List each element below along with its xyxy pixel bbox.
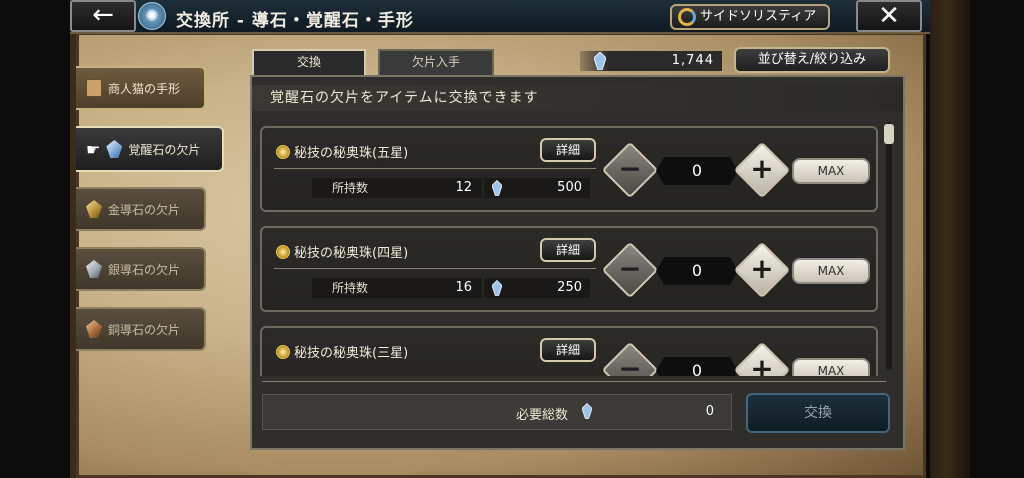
left-frame — [0, 0, 70, 478]
orb-icon — [276, 344, 290, 359]
side-tab-awakening-stone-shard[interactable]: ☛ 覚醒石の欠片 — [76, 126, 224, 172]
divider — [262, 381, 886, 382]
back-button[interactable]: ← — [70, 0, 136, 32]
side-tab-label: 覚醒石の欠片 — [128, 142, 201, 157]
sort-filter-button[interactable]: 並び替え/絞り込み — [734, 47, 890, 73]
tab-exchange[interactable]: 交換 — [252, 49, 366, 75]
side-tab-merchant-cat-pass[interactable]: 商人猫の手形 — [76, 66, 206, 110]
plus-icon: + — [750, 152, 774, 185]
crystal-icon — [106, 140, 123, 158]
exchange-shop-icon: ✺ — [138, 2, 166, 30]
orb-icon — [276, 144, 290, 159]
scroll-icon — [86, 79, 102, 97]
crystal-icon — [594, 52, 606, 70]
side-solistia-button[interactable]: サイドソリスティア — [670, 4, 830, 30]
scrollbar-thumb[interactable] — [884, 124, 894, 144]
total-required-label: 必要総数 — [516, 408, 569, 423]
detail-button[interactable]: 詳細 — [540, 238, 596, 262]
currency-value: 1,744 — [671, 53, 714, 68]
quantity-display: 0 — [656, 257, 738, 285]
side-tab-silver-stone-shard[interactable]: 銀導石の欠片 — [76, 247, 206, 291]
side-tab-label: 商人猫の手形 — [108, 81, 181, 96]
list-item: 秘技の秘奥珠(三星) 詳細 − 0 + MAX — [260, 326, 878, 376]
scrollbar-track[interactable] — [886, 122, 892, 370]
exchange-item-list[interactable]: 秘技の秘奥珠(五星) 詳細 所持数 12 500 − 0 + MAX 秘技の秘奥… — [258, 118, 882, 376]
max-button[interactable]: MAX — [792, 158, 870, 184]
side-tab-label: 銀導石の欠片 — [108, 262, 181, 277]
crystal-icon — [492, 280, 502, 296]
item-name: 秘技の秘奥珠(四星) — [276, 242, 408, 261]
item-name: 秘技の秘奥珠(五星) — [276, 142, 408, 161]
currency-display: 1,744 — [580, 51, 722, 71]
detail-button[interactable]: 詳細 — [540, 338, 596, 362]
minus-icon: − — [618, 252, 642, 285]
exchange-button[interactable]: 交換 — [746, 393, 890, 433]
detail-button[interactable]: 詳細 — [540, 138, 596, 162]
owned-count: 12 — [455, 180, 472, 195]
gold-stone-icon — [86, 200, 102, 218]
side-solistia-label: サイドソリスティア — [700, 9, 817, 24]
total-required-bar — [262, 394, 732, 430]
item-name-text: 秘技の秘奥珠(四星) — [294, 246, 409, 261]
list-item: 秘技の秘奥珠(五星) 詳細 所持数 12 500 − 0 + MAX — [260, 126, 878, 212]
crystal-icon — [582, 402, 592, 419]
cost-value: 250 — [557, 280, 582, 295]
list-item: 秘技の秘奥珠(四星) 詳細 所持数 16 250 − 0 + MAX — [260, 226, 878, 312]
cost-value: 500 — [557, 180, 582, 195]
orb-icon — [276, 244, 290, 259]
page-title: 交換所 - 導石・覚醒石・手形 — [176, 11, 414, 31]
back-arrow-icon: ← — [92, 0, 114, 30]
cost-box: 250 — [484, 278, 590, 298]
tab-obtain-shards[interactable]: 欠片入手 — [378, 49, 494, 75]
minus-icon: − — [618, 152, 642, 185]
close-icon: ✕ — [878, 1, 900, 31]
quantity-display: 0 — [656, 157, 738, 185]
quantity-display: 0 — [656, 357, 738, 376]
owned-count: 16 — [455, 280, 472, 295]
minus-icon: − — [618, 352, 642, 376]
plus-icon: + — [750, 252, 774, 285]
divider — [274, 168, 596, 169]
plus-icon: + — [750, 352, 774, 376]
item-name-text: 秘技の秘奥珠(五星) — [294, 146, 409, 161]
max-button[interactable]: MAX — [792, 358, 870, 376]
swap-icon — [678, 8, 696, 26]
right-frame-border — [930, 0, 970, 478]
side-tab-label: 銅導石の欠片 — [108, 322, 181, 337]
total-required-value: 0 — [705, 404, 714, 419]
item-name-text: 秘技の秘奥珠(三星) — [294, 346, 409, 361]
cost-box: 500 — [484, 178, 590, 198]
item-name: 秘技の秘奥珠(三星) — [276, 342, 408, 361]
close-button[interactable]: ✕ — [856, 0, 922, 32]
copper-stone-icon — [86, 320, 102, 338]
max-button[interactable]: MAX — [792, 258, 870, 284]
side-tab-copper-stone-shard[interactable]: 銅導石の欠片 — [76, 307, 206, 351]
pointing-hand-icon: ☛ — [86, 139, 101, 159]
panel-description: 覚醒石の欠片をアイテムに交換できます — [252, 85, 903, 111]
side-tab-label: 金導石の欠片 — [108, 202, 181, 217]
crystal-icon — [492, 180, 502, 196]
silver-stone-icon — [86, 260, 102, 278]
divider — [274, 268, 596, 269]
side-tab-gold-stone-shard[interactable]: 金導石の欠片 — [76, 187, 206, 231]
